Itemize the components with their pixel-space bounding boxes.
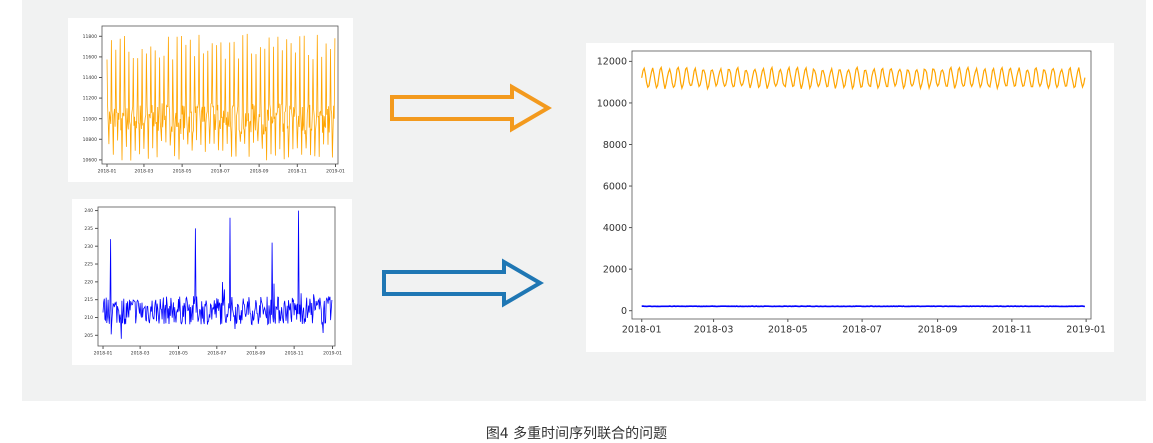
y-tick-label: 2000 bbox=[603, 264, 627, 275]
chart-top-left: 2018-01 2018-03 2018-05 2018-07 2018-09 2018-… bbox=[68, 18, 353, 182]
x-tick-label: 2018-01 bbox=[622, 325, 662, 336]
y-tick-label: 10600 bbox=[83, 157, 97, 163]
x-tick-label: 2018-05 bbox=[169, 351, 188, 357]
chart-bottom-left: 2018-01 2018-03 2018-05 2018-07 2018-09 2018-… bbox=[72, 199, 352, 365]
y-tick-label: 11800 bbox=[83, 34, 97, 40]
y-tick-label: 235 bbox=[84, 226, 93, 232]
y-tick-label: 240 bbox=[84, 208, 93, 214]
x-tick-label: 2018-11 bbox=[285, 351, 304, 357]
y-tick-label: 4000 bbox=[603, 223, 627, 234]
x-tick-label: 2019-01 bbox=[1066, 325, 1106, 336]
series-line bbox=[103, 211, 332, 339]
y-tick-label: 11200 bbox=[83, 96, 97, 102]
y-tick-label: 11000 bbox=[83, 116, 97, 122]
y-tick-label: 215 bbox=[84, 297, 93, 303]
right-arrow-icon-orange bbox=[388, 83, 554, 133]
x-tick-label: 2019-01 bbox=[323, 351, 342, 357]
x-tick-label: 2018-01 bbox=[94, 351, 113, 357]
figure-caption: 图4 多重时间序列联合的问题 bbox=[0, 423, 1153, 443]
right-arrow-icon-blue bbox=[380, 258, 546, 308]
x-tick-label: 2018-05 bbox=[768, 325, 808, 336]
x-tick-label: 2018-05 bbox=[173, 169, 192, 175]
x-tick-label: 2018-09 bbox=[918, 325, 958, 336]
chart-card-right: 2018-01 2018-03 2018-05 2018-07 2018-09 2018-… bbox=[586, 43, 1114, 352]
x-tick-label: 2018-03 bbox=[135, 169, 154, 175]
chart-card-bottom-left: 2018-01 2018-03 2018-05 2018-07 2018-09 2018-… bbox=[72, 199, 352, 365]
y-tick-label: 205 bbox=[84, 333, 93, 339]
y-tick-label: 10800 bbox=[83, 137, 97, 143]
y-tick-label: 12000 bbox=[597, 57, 627, 68]
y-tick-label: 11600 bbox=[83, 54, 97, 60]
series-line bbox=[642, 67, 1085, 88]
plot-frame bbox=[98, 207, 335, 346]
y-tick-label: 230 bbox=[84, 244, 93, 250]
series-line bbox=[107, 34, 335, 161]
y-tick-label: 0 bbox=[621, 306, 627, 317]
x-tick-label: 2018-11 bbox=[288, 169, 307, 175]
x-tick-label: 2018-07 bbox=[207, 351, 226, 357]
x-tick-label: 2018-01 bbox=[98, 169, 117, 175]
x-tick-label: 2018-09 bbox=[250, 169, 269, 175]
x-tick-label: 2018-09 bbox=[246, 351, 265, 357]
y-tick-label: 8000 bbox=[603, 140, 627, 151]
y-tick-label: 6000 bbox=[603, 181, 627, 192]
chart-right: 2018-01 2018-03 2018-05 2018-07 2018-09 2018-… bbox=[586, 43, 1114, 352]
y-tick-label: 11400 bbox=[83, 75, 97, 81]
x-tick-label: 2018-11 bbox=[992, 325, 1032, 336]
x-tick-label: 2018-03 bbox=[131, 351, 150, 357]
x-tick-label: 2019-01 bbox=[326, 169, 345, 175]
y-tick-label: 220 bbox=[84, 279, 93, 285]
plot-frame bbox=[632, 51, 1091, 319]
y-tick-label: 210 bbox=[84, 315, 93, 321]
chart-card-top-left: 2018-01 2018-03 2018-05 2018-07 2018-09 2018-… bbox=[68, 18, 353, 182]
x-tick-label: 2018-03 bbox=[694, 325, 734, 336]
x-tick-label: 2018-07 bbox=[211, 169, 230, 175]
y-tick-label: 225 bbox=[84, 262, 93, 268]
y-tick-label: 10000 bbox=[597, 98, 627, 109]
x-tick-label: 2018-07 bbox=[842, 325, 882, 336]
